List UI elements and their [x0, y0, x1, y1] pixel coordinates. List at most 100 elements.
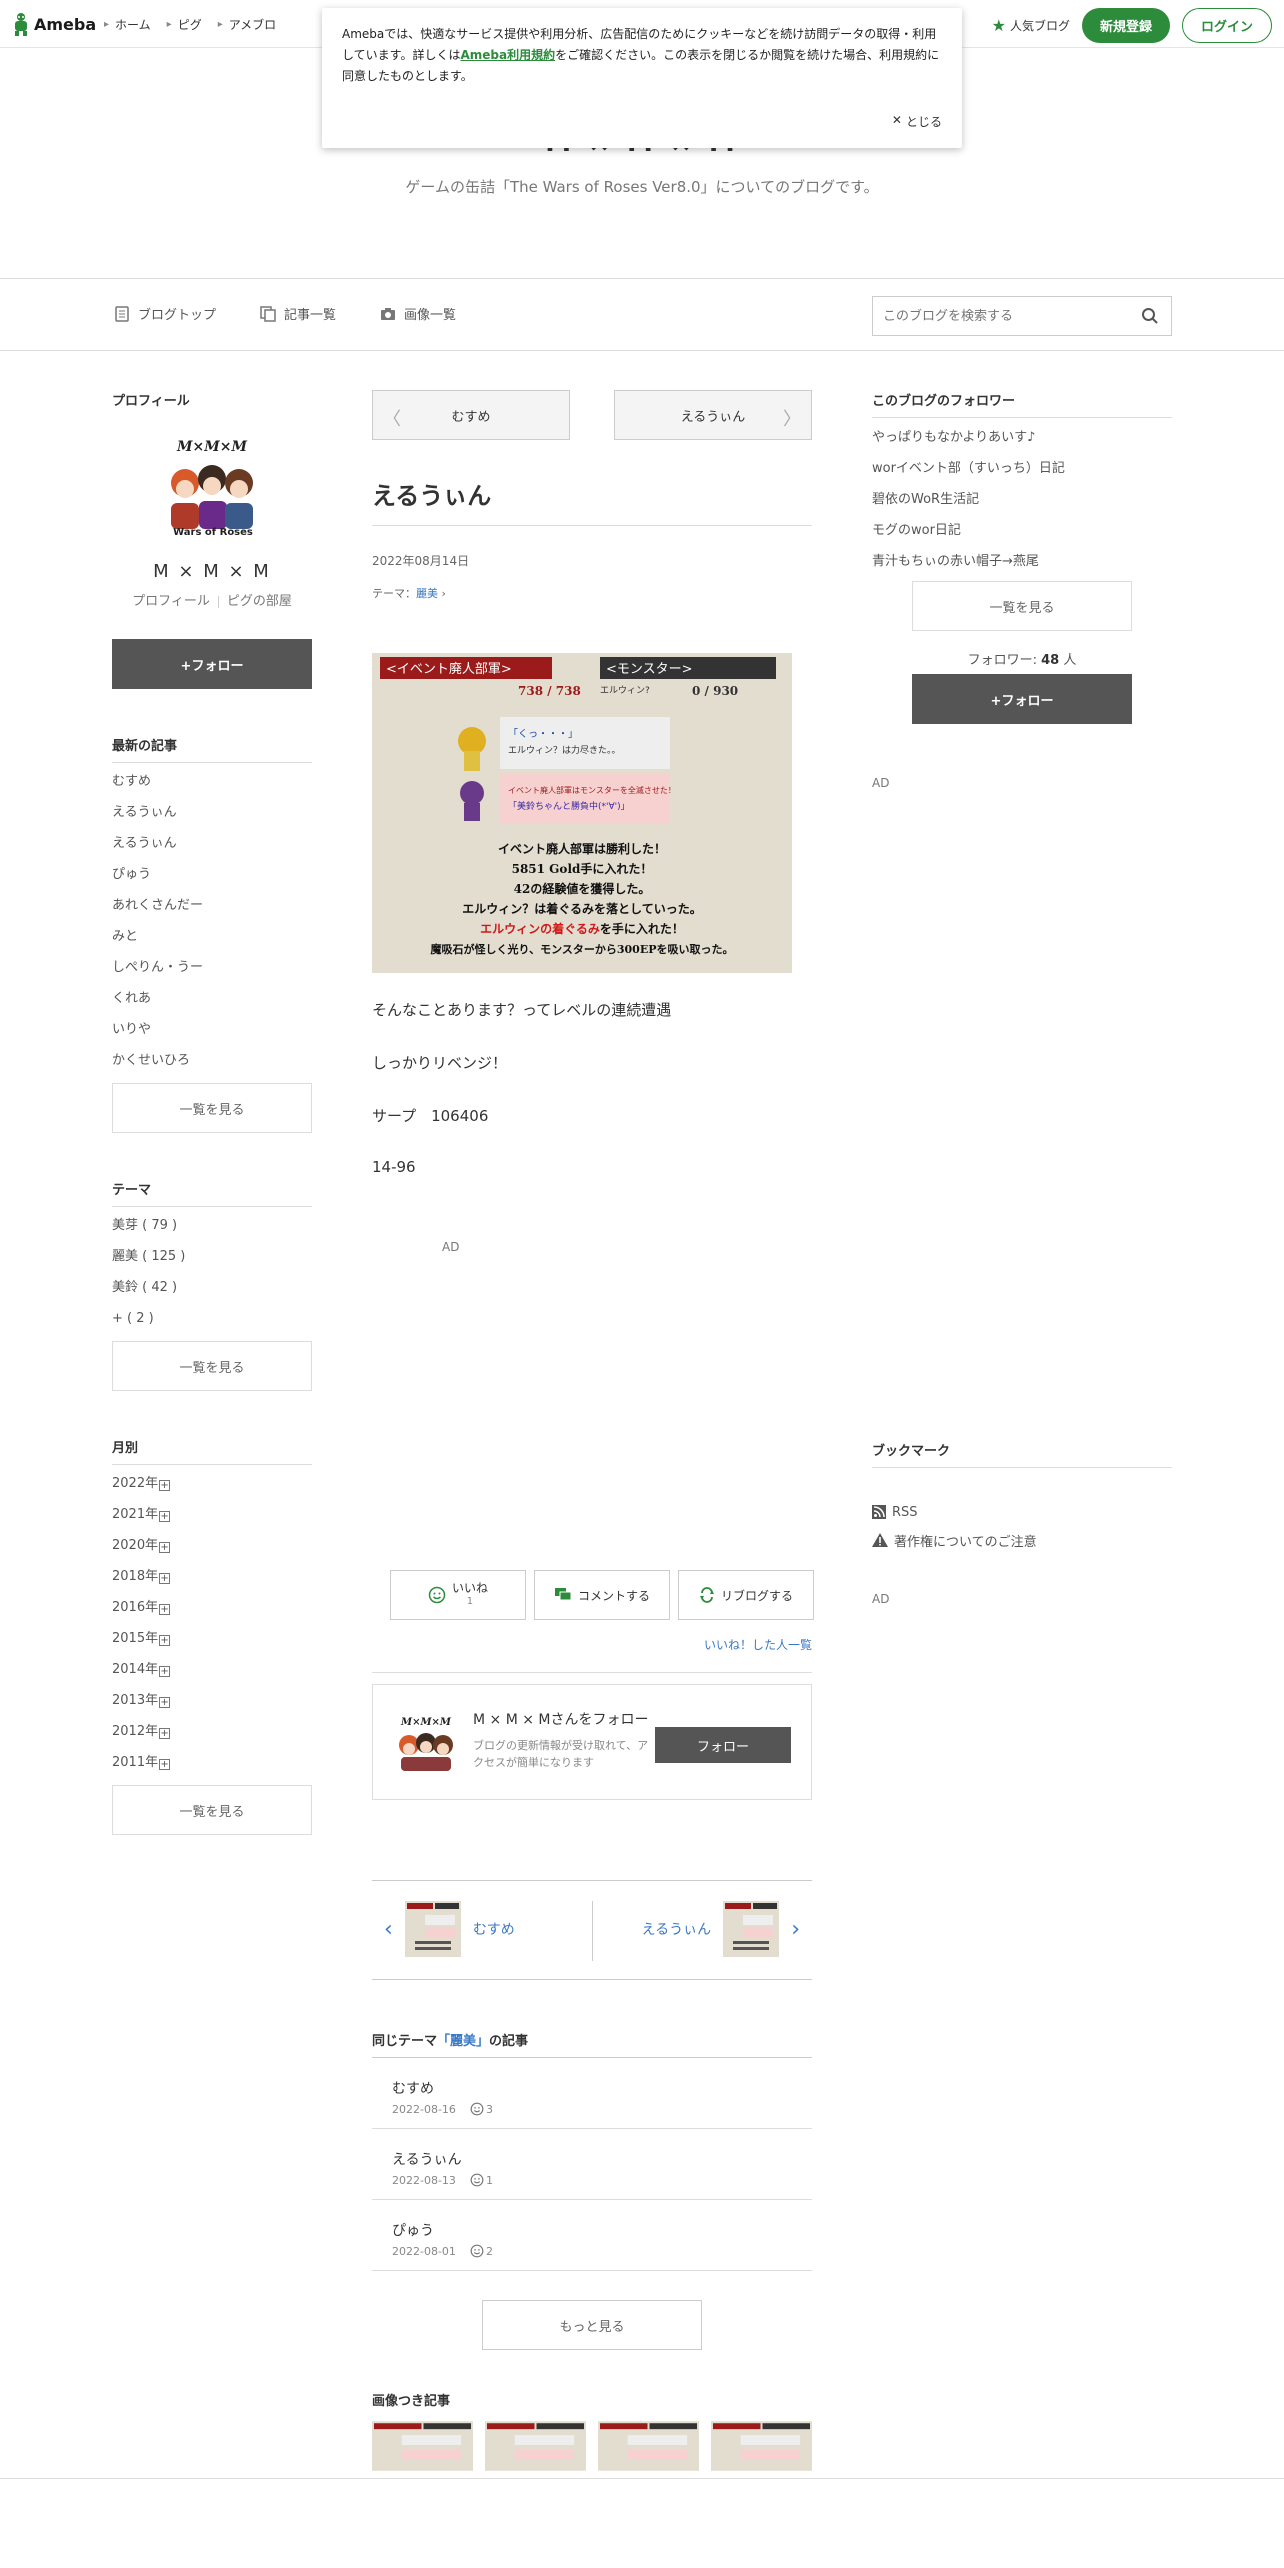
month-item[interactable]: 2016年 +	[112, 1595, 312, 1626]
ameba-logo[interactable]: Ameba	[12, 12, 96, 36]
entry-image[interactable]: <イベント廃人部軍> <モンスター> 738 / 738 エルウィン? 0 / …	[372, 653, 792, 973]
expand-icon[interactable]: +	[159, 1759, 171, 1770]
reblog-button[interactable]: リブログする	[678, 1570, 814, 1620]
follower-item[interactable]: 碧依のWoR生活記	[872, 488, 1172, 519]
list-item[interactable]: みと	[112, 924, 312, 955]
follower-item[interactable]: やっぱりもなかよりあいす♪	[872, 426, 1172, 457]
follower-item[interactable]: worイベント部（すいっち）日記	[872, 457, 1172, 488]
profile-avatar[interactable]: M×M×M Wars of Roses	[153, 431, 271, 549]
prev-article-link[interactable]: ‹ むすめ	[384, 1901, 515, 1957]
same-theme-item-meta: 2022-08-13 1	[392, 2173, 792, 2187]
separator	[592, 1901, 593, 1961]
search-icon[interactable]	[1141, 307, 1159, 325]
blog-top-link[interactable]: ブログトップ	[114, 304, 216, 323]
list-item[interactable]: いりや	[112, 1017, 312, 1048]
list-item[interactable]: あれくさんだー	[112, 893, 312, 924]
month-item[interactable]: 2020年 +	[112, 1533, 312, 1564]
list-item[interactable]: かくせいひろ	[112, 1048, 312, 1079]
image-article-thumb[interactable]	[711, 2421, 812, 2471]
same-theme-link[interactable]: 「麗美」	[437, 2034, 489, 2049]
article-nav: ‹ むすめ えるうぃん ›	[372, 1880, 812, 1980]
rss-link[interactable]: RSS	[872, 1498, 1172, 1526]
monthly-more-button[interactable]: 一覧を見る	[112, 1785, 312, 1835]
month-item[interactable]: 2012年 +	[112, 1719, 312, 1750]
same-theme-item-meta: 2022-08-01 2	[392, 2244, 792, 2258]
expand-icon[interactable]: +	[159, 1728, 171, 1739]
svg-text:M×M×M: M×M×M	[400, 1717, 452, 1728]
expand-icon[interactable]: +	[159, 1666, 171, 1677]
month-label: 2011年	[112, 1755, 159, 1770]
comment-button[interactable]: コメントする	[534, 1570, 670, 1620]
popular-blogs-link[interactable]: ★ 人気ブログ	[992, 16, 1070, 35]
theme-link[interactable]: 麗美	[416, 587, 438, 600]
nav-home[interactable]: ▸ ホーム	[104, 16, 151, 33]
theme-item[interactable]: + ( 2 )	[112, 1306, 312, 1337]
nav-ameblo[interactable]: ▸ アメブロ	[218, 16, 276, 33]
theme-item[interactable]: 麗美 ( 125 )	[112, 1244, 312, 1275]
list-item[interactable]: えるうぃん 2022-08-13 1	[372, 2129, 812, 2200]
expand-icon[interactable]: +	[159, 1604, 171, 1615]
image-article-thumb[interactable]	[598, 2421, 699, 2471]
month-item[interactable]: 2018年 +	[112, 1564, 312, 1595]
follow-button[interactable]: +フォロー	[912, 674, 1132, 724]
image-list-link[interactable]: 画像一覧	[380, 304, 456, 323]
list-item[interactable]: くれあ	[112, 986, 312, 1017]
register-button[interactable]: 新規登録	[1081, 8, 1170, 43]
theme-item[interactable]: 美鈴 ( 42 )	[112, 1275, 312, 1306]
nav-pigg[interactable]: ▸ ピグ	[167, 16, 202, 33]
list-item[interactable]: むすめ	[112, 769, 312, 800]
copyright-link[interactable]: 著作権についてのご注意	[872, 1526, 1172, 1554]
image-article-thumb[interactable]	[372, 2421, 473, 2471]
month-item[interactable]: 2014年 +	[112, 1657, 312, 1688]
month-item[interactable]: 2022年 +	[112, 1471, 312, 1502]
same-theme-more-button[interactable]: もっと見る	[482, 2300, 702, 2350]
follow-card-button[interactable]: フォロー	[655, 1727, 791, 1763]
image-article-thumb[interactable]	[485, 2421, 586, 2471]
expand-icon[interactable]: +	[159, 1511, 171, 1522]
follower-item[interactable]: 青汁もちぃの赤い帽子→燕尾	[872, 550, 1172, 581]
list-item[interactable]: えるうぃん	[112, 800, 312, 831]
theme-item[interactable]: 美芽 ( 79 )	[112, 1213, 312, 1244]
list-item[interactable]: しぺりん・うー	[112, 955, 312, 986]
pigg-room-link[interactable]: ピグの部屋	[227, 594, 292, 609]
bookmark-section: ブックマーク RSS 著作権についてのご注意 AD	[872, 1440, 1172, 1606]
game-bubble1-line1: 「くっ・・・」	[508, 728, 578, 740]
cookie-close-button[interactable]: ✕ とじる	[892, 113, 942, 130]
expand-icon[interactable]: +	[159, 1542, 171, 1553]
entry-title[interactable]: えるうぃん	[372, 476, 812, 526]
expand-icon[interactable]: +	[159, 1635, 171, 1646]
follower-item[interactable]: モグのwor日記	[872, 519, 1172, 550]
month-label: 2016年	[112, 1600, 159, 1615]
blog-search-input[interactable]	[873, 297, 1113, 335]
month-item[interactable]: 2013年 +	[112, 1688, 312, 1719]
themes-more-button[interactable]: 一覧を見る	[112, 1341, 312, 1391]
follow-button[interactable]: +フォロー	[112, 639, 312, 689]
prev-article-thumb	[404, 1901, 461, 1957]
profile-name[interactable]: M × M × M	[112, 561, 312, 582]
profile-link[interactable]: プロフィール	[132, 594, 210, 609]
month-item[interactable]: 2021年 +	[112, 1502, 312, 1533]
follower-count: フォロワー: 48 人	[872, 649, 1172, 668]
list-item[interactable]: ぴゅう	[112, 862, 312, 893]
image-articles-section: 画像つき記事	[372, 2390, 812, 2471]
comment-label: コメントする	[577, 1588, 650, 1603]
expand-icon[interactable]: +	[159, 1480, 171, 1491]
latest-more-button[interactable]: 一覧を見る	[112, 1083, 312, 1133]
month-item[interactable]: 2015年 +	[112, 1626, 312, 1657]
followers-more-button[interactable]: 一覧を見る	[912, 581, 1132, 631]
list-item[interactable]: ぴゅう 2022-08-01 2	[372, 2200, 812, 2271]
month-item[interactable]: 2011年 +	[112, 1750, 312, 1781]
like-button[interactable]: いいね 1	[390, 1570, 526, 1620]
next-article-link[interactable]: えるうぃん ›	[642, 1901, 800, 1957]
next-entry-button[interactable]: えるうぃん 〉	[614, 390, 812, 440]
expand-icon[interactable]: +	[159, 1697, 171, 1708]
list-item[interactable]: むすめ 2022-08-16 3	[372, 2058, 812, 2129]
expand-icon[interactable]: +	[159, 1573, 171, 1584]
entry-pager: 〈 むすめ えるうぃん 〉	[372, 390, 812, 440]
terms-link[interactable]: Ameba利用規約	[460, 48, 555, 62]
like-users-link[interactable]: いいね！した人一覧	[704, 1636, 812, 1653]
prev-entry-button[interactable]: 〈 むすめ	[372, 390, 570, 440]
login-button[interactable]: ログイン	[1181, 8, 1272, 43]
entry-list-link[interactable]: 記事一覧	[260, 304, 336, 323]
list-item[interactable]: えるうぃん	[112, 831, 312, 862]
